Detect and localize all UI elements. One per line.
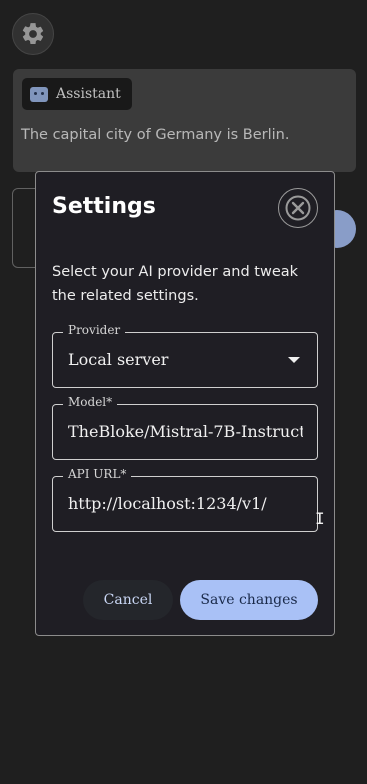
- model-value: TheBloke/Mistral-7B-Instruct-v: [68, 422, 303, 441]
- settings-dialog: Settings Select your AI provider and twe…: [35, 171, 335, 636]
- provider-value: Local server: [68, 350, 169, 369]
- model-field[interactable]: Model* TheBloke/Mistral-7B-Instruct-v: [52, 395, 318, 460]
- dialog-title: Settings: [52, 194, 156, 219]
- text-cursor-icon: I: [315, 509, 325, 528]
- api-url-label: API URL*: [63, 467, 132, 481]
- close-button[interactable]: [278, 188, 318, 228]
- cancel-button[interactable]: Cancel: [83, 580, 173, 620]
- close-icon: [285, 195, 311, 221]
- model-label: Model*: [63, 395, 118, 409]
- chevron-down-icon: [288, 357, 300, 363]
- save-changes-button[interactable]: Save changes: [180, 580, 318, 620]
- api-url-field[interactable]: API URL* http://localhost:1234/v1/ I: [52, 467, 325, 532]
- api-url-value: http://localhost:1234/v1/: [68, 494, 267, 513]
- provider-label: Provider: [63, 323, 126, 337]
- provider-select[interactable]: Provider Local server: [52, 323, 318, 388]
- dialog-description: Select your AI provider and tweak the re…: [52, 264, 299, 304]
